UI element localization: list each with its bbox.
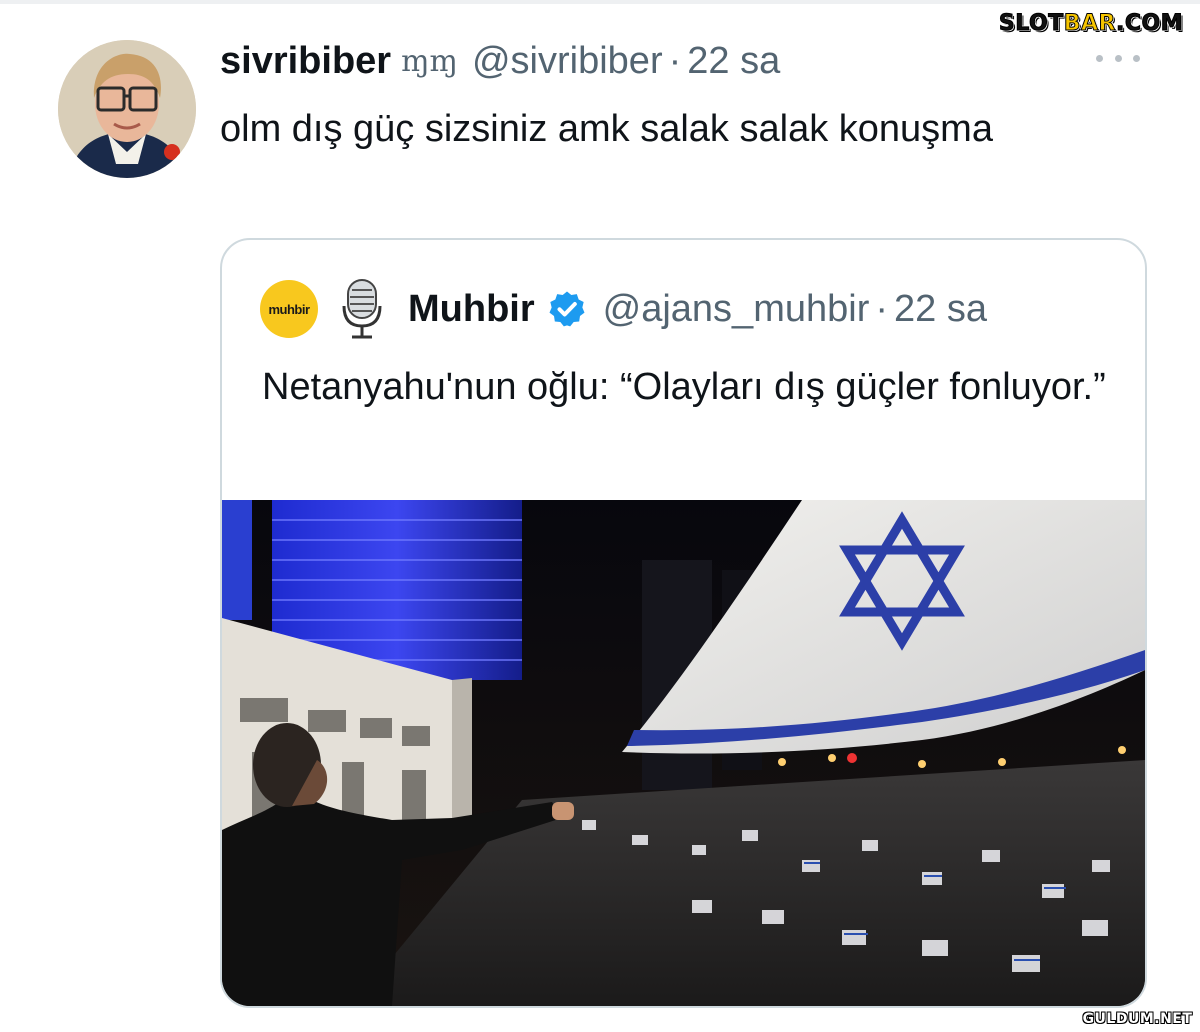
watermark-part: SLOT [998, 10, 1064, 36]
watermark-part: BAR [1063, 10, 1116, 36]
quoted-handle[interactable]: @ajans_muhbir [603, 288, 870, 331]
protest-photo[interactable] [222, 500, 1145, 1006]
watermark-part: .COM [1115, 10, 1184, 36]
guldum-watermark: GULDUM.NET [1082, 1011, 1193, 1027]
quoted-tweet-text: Netanyahu'nun oğlu: “Olayları dış güçler… [262, 366, 1106, 408]
handle[interactable]: @sivribiber [472, 40, 663, 83]
separator-dot: · [668, 39, 682, 82]
quoted-tweet-header: Muhbir @ajans_muhbir · 22 sa [408, 286, 987, 332]
microphone-icon [342, 279, 382, 339]
muhbir-logo[interactable]: muhbir [260, 280, 318, 338]
tweet-header: sivribiber ɱɱ @sivribiber · 22 sa [220, 38, 780, 84]
quoted-display-name[interactable]: Muhbir [408, 288, 535, 331]
avatar-image [58, 40, 196, 178]
tweet-text: olm dış güç sizsiniz amk salak salak kon… [220, 108, 993, 150]
top-divider [0, 0, 1200, 4]
display-name[interactable]: sivribiber [220, 40, 391, 83]
quoted-timestamp[interactable]: 22 sa [894, 288, 987, 331]
quoted-tweet[interactable]: muhbir Muhbir @ajans_muhbir · 22 sa Neta… [220, 238, 1147, 1008]
slotbar-watermark: SLOT BAR .COM [990, 8, 1192, 38]
ellipsis-icon[interactable] [1096, 46, 1140, 70]
separator-dot: · [875, 287, 889, 330]
verified-badge-icon [549, 291, 585, 327]
avatar[interactable] [58, 40, 196, 178]
name-emoji-icon: ɱɱ [401, 43, 458, 79]
timestamp[interactable]: 22 sa [687, 40, 780, 83]
